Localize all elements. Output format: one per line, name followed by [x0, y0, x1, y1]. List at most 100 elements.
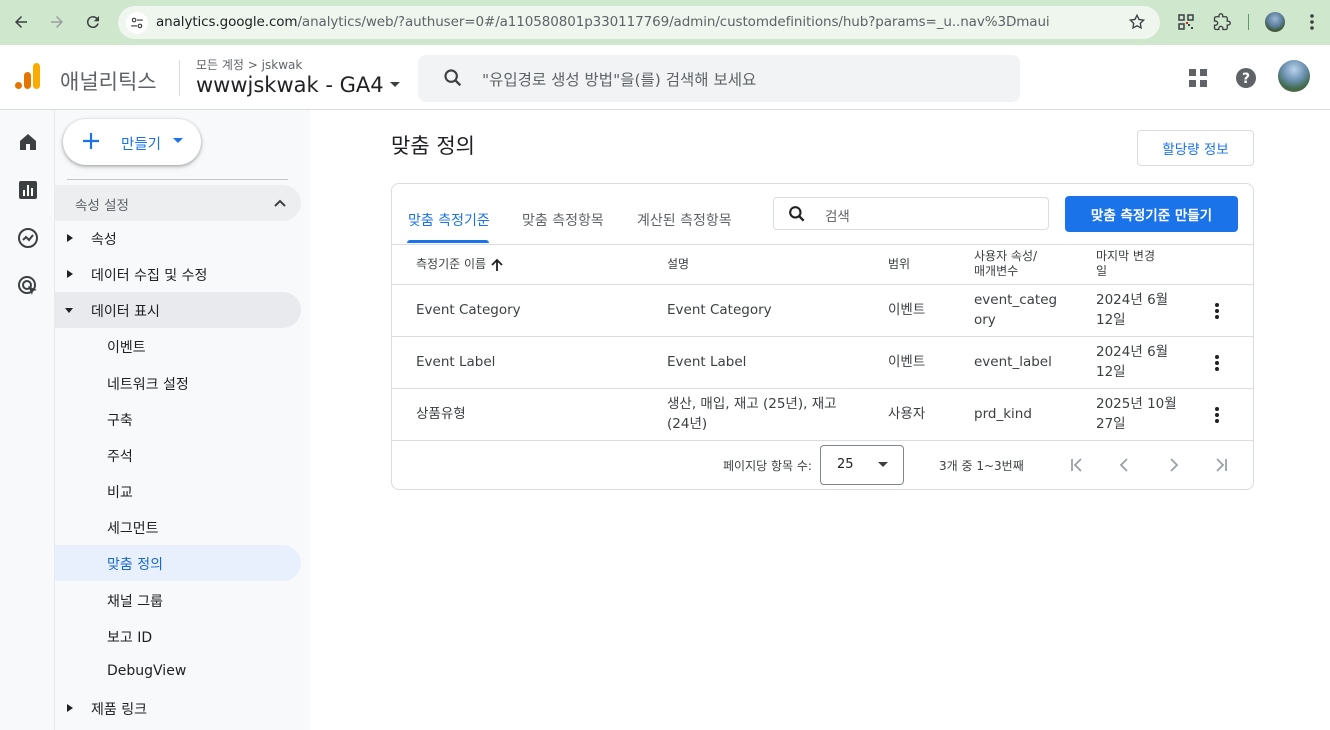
reports-icon[interactable]: [16, 178, 40, 202]
analytics-logo-icon[interactable]: [15, 63, 41, 89]
qr-code-icon[interactable]: [1175, 11, 1197, 33]
section-title: 속성 설정: [75, 198, 129, 214]
table-search-input[interactable]: 검색: [773, 197, 1049, 230]
column-header-name[interactable]: 측정기준 이름: [416, 257, 504, 272]
chevron-down-icon: [389, 82, 400, 87]
sidebar-item[interactable]: 비교: [55, 473, 301, 509]
range-label: 3개 중 1~3번째: [939, 459, 1024, 473]
cell-last-changed: 2024년 6월 12일: [1096, 292, 1169, 328]
sidebar-item[interactable]: 세그먼트: [55, 509, 301, 545]
account-avatar[interactable]: [1278, 60, 1310, 92]
caret-right-icon: [67, 234, 73, 242]
sidebar-item[interactable]: 속성: [55, 220, 301, 256]
breadcrumb[interactable]: 모든 계정 > jskwak: [196, 56, 302, 73]
sidebar-item[interactable]: 데이터 수집 및 수정: [55, 256, 301, 292]
table-header: 측정기준 이름 설명 범위 사용자 속성/ 매개변수 마지막 변경 일: [392, 244, 1253, 285]
chevron-up-icon: [274, 199, 286, 207]
arrow-up-icon: [491, 258, 503, 271]
product-name[interactable]: 애널리틱스: [60, 66, 157, 96]
next-page-icon[interactable]: [1161, 453, 1185, 477]
tab-custom-metrics[interactable]: 맞춤 측정항목: [522, 210, 604, 230]
sidebar-item-label: 보고 ID: [107, 629, 153, 646]
home-icon[interactable]: [16, 130, 40, 154]
cell-scope: 사용자: [888, 406, 926, 422]
section-property-settings[interactable]: 속성 설정: [55, 185, 301, 221]
quota-info-button[interactable]: 할당량 정보: [1137, 130, 1254, 166]
help-icon[interactable]: ?: [1233, 65, 1259, 91]
extensions-icon[interactable]: [1211, 11, 1233, 33]
sidebar-item-label: 속성: [91, 232, 117, 248]
page-title: 맞춤 정의: [391, 134, 475, 158]
sidebar-item[interactable]: 이벤트: [55, 328, 301, 364]
cell-description: Event Label: [667, 354, 747, 370]
pagination: 페이지당 항목 수: 25 3개 중 1~3번째: [392, 441, 1253, 489]
column-header-description[interactable]: 설명: [667, 257, 689, 272]
chevron-down-icon: [173, 138, 183, 143]
sidebar-item[interactable]: 보고 ID: [55, 618, 301, 654]
property-selector[interactable]: wwwjskwak - GA4: [196, 73, 400, 97]
active-tab-indicator: [407, 240, 489, 243]
main-content: 맞춤 정의 할당량 정보 맞춤 측정기준 맞춤 측정항목 계산된 측정항목 검색…: [310, 110, 1330, 730]
column-header-parameter[interactable]: 사용자 속성/ 매개변수: [974, 249, 1037, 279]
cell-name: Event Label: [416, 354, 496, 370]
column-header-last-changed[interactable]: 마지막 변경 일: [1096, 249, 1155, 279]
table-row[interactable]: 상품유형 생산, 매입, 재고 (25년), 재고 (24년) 사용자 prd_kin…: [392, 389, 1253, 441]
address-bar[interactable]: analytics.google.com/analytics/web/?auth…: [118, 6, 1160, 39]
more-vert-icon[interactable]: [1207, 353, 1227, 373]
sidebar-item-label: 구축: [107, 412, 133, 429]
sidebar-item[interactable]: 네트워크 설정: [55, 365, 301, 401]
advertising-icon[interactable]: [16, 274, 40, 298]
site-info-icon[interactable]: [126, 12, 148, 34]
cell-last-changed: 2024년 6월 12일: [1096, 344, 1169, 380]
table-row[interactable]: Event Category Event Category 이벤트 event_cat…: [392, 285, 1253, 337]
search-placeholder: "유입경로 생성 방법"을(를) 검색해 보세요: [482, 71, 757, 89]
sidebar-item[interactable]: 구축: [55, 401, 301, 437]
last-page-icon[interactable]: [1209, 453, 1233, 477]
sidebar-item-label: 세그먼트: [107, 521, 159, 538]
cell-description: 생산, 매입, 재고 (25년), 재고 (24년): [667, 396, 837, 432]
caret-down-icon: [65, 308, 73, 314]
sidebar-item[interactable]: 제품 링크: [55, 690, 301, 726]
tab-calculated-metrics[interactable]: 계산된 측정항목: [637, 210, 732, 230]
cell-parameter: event_categ ory: [974, 292, 1058, 328]
browser-menu-icon[interactable]: [1301, 11, 1323, 33]
sidebar-item[interactable]: 주석: [55, 437, 301, 473]
plus-icon: [83, 133, 99, 149]
browser-profile-avatar[interactable]: [1265, 12, 1285, 32]
column-header-scope[interactable]: 범위: [888, 257, 910, 272]
create-button[interactable]: 만들기: [63, 119, 201, 165]
sidebar-item-label: 비교: [107, 485, 133, 502]
sidebar-item-label: 제품 링크: [91, 701, 147, 718]
explore-icon[interactable]: [16, 226, 40, 250]
more-vert-icon[interactable]: [1207, 301, 1227, 321]
sidebar-item-label: 데이터 수집 및 수정: [91, 268, 208, 285]
per-page-select[interactable]: 25: [820, 445, 904, 485]
header-divider: [179, 60, 180, 96]
reload-icon[interactable]: [82, 11, 104, 33]
search-placeholder: 검색: [825, 209, 850, 225]
sidebar-item-label: DebugView: [107, 662, 187, 679]
search-icon: [787, 204, 807, 224]
sidebar-item[interactable]: 데이터 표시: [55, 292, 301, 329]
sidebar-item[interactable]: 맞춤 정의: [55, 545, 301, 582]
first-page-icon[interactable]: [1065, 453, 1089, 477]
bookmark-star-icon[interactable]: [1128, 13, 1146, 31]
table-row[interactable]: Event Label Event Label 이벤트 event_label 2024…: [392, 337, 1253, 389]
cell-last-changed: 2025년 10월 27일: [1096, 396, 1177, 432]
sidebar-item-label: 주석: [107, 448, 133, 465]
more-vert-icon[interactable]: [1207, 405, 1227, 425]
apps-grid-icon[interactable]: [1185, 65, 1211, 91]
back-icon[interactable]: [10, 11, 32, 33]
url-text: analytics.google.com/analytics/web/?auth…: [156, 14, 1050, 30]
global-search-input[interactable]: "유입경로 생성 방법"을(를) 검색해 보세요: [418, 55, 1020, 102]
custom-definitions-card: 맞춤 측정기준 맞춤 측정항목 계산된 측정항목 검색 맞춤 측정기준 만들기 …: [391, 183, 1254, 490]
nav-rail: [0, 110, 55, 730]
previous-page-icon[interactable]: [1113, 453, 1137, 477]
cell-scope: 이벤트: [888, 302, 926, 318]
sidebar-item[interactable]: 채널 그룹: [55, 582, 301, 618]
cell-description: Event Category: [667, 302, 772, 318]
forward-icon[interactable]: [46, 11, 68, 33]
create-custom-dimension-button[interactable]: 맞춤 측정기준 만들기: [1065, 196, 1238, 232]
sidebar-item[interactable]: DebugView: [55, 654, 301, 690]
tab-custom-dimensions[interactable]: 맞춤 측정기준: [408, 210, 490, 230]
